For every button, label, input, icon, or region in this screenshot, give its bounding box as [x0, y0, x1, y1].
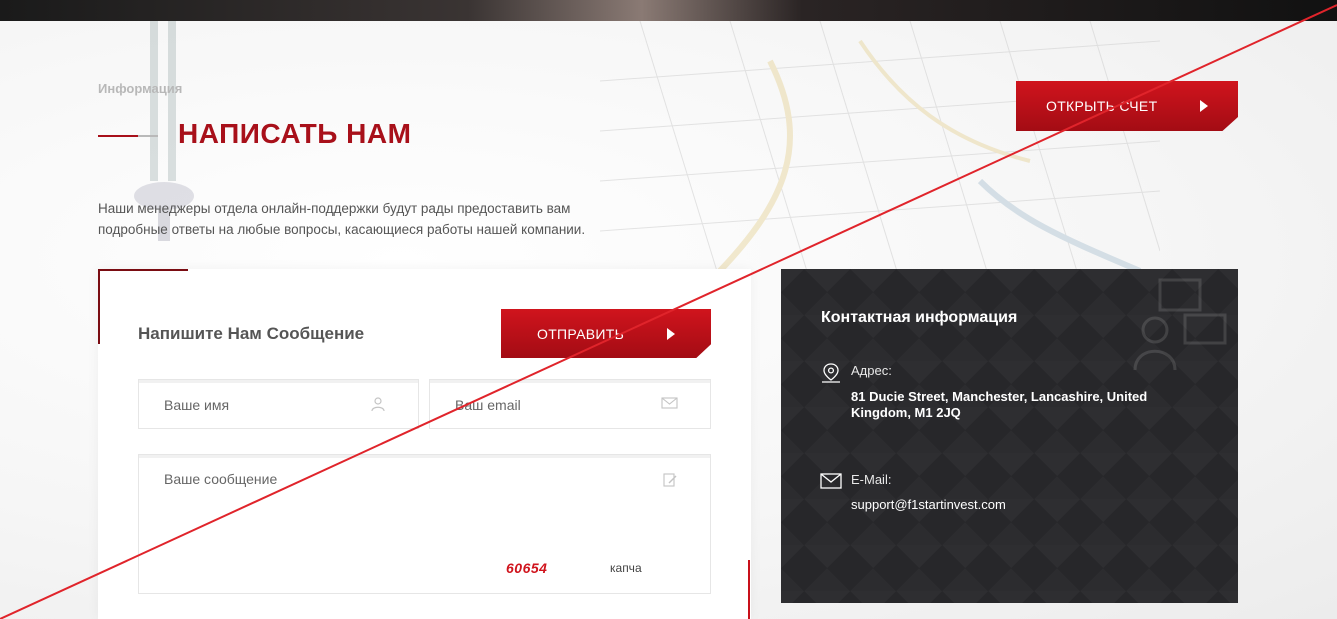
form-title: Напишите Нам Сообщение — [138, 324, 365, 343]
background-map-image — [600, 21, 1160, 281]
intro-line-2: подробные ответы на любые вопросы, касаю… — [98, 222, 586, 237]
play-arrow-icon — [1200, 100, 1208, 112]
breadcrumb[interactable]: Информация — [98, 81, 182, 96]
page-title: НАПИСАТЬ НАМ — [178, 118, 412, 149]
name-placeholder: Ваше имя — [164, 397, 230, 413]
address-label: Адрес: — [851, 363, 892, 378]
intro-line-1: Наши менеджеры отдела онлайн-поддержки б… — [98, 201, 571, 216]
envelope-icon — [661, 397, 678, 409]
play-arrow-icon — [667, 327, 675, 340]
title-divider — [98, 135, 158, 137]
email-value[interactable]: support@f1startinvest.com — [851, 497, 1181, 513]
open-account-label: ОТКРЫТЬ СЧЕТ — [1046, 98, 1158, 114]
captcha-label: капча — [610, 561, 642, 575]
mail-icon — [820, 473, 842, 489]
card-accent-right — [748, 560, 750, 619]
location-pin-icon — [822, 363, 840, 383]
contact-decoration-icon — [1133, 278, 1227, 371]
header-banner-strip — [0, 0, 1337, 21]
name-field[interactable]: Ваше имя — [138, 379, 419, 429]
card-accent-top — [98, 269, 188, 271]
user-icon — [371, 397, 385, 412]
captcha-code: 60654 — [506, 560, 548, 576]
card-accent-left — [98, 269, 100, 344]
contact-title: Контактная информация — [821, 309, 1018, 326]
intro-text: Наши менеджеры отдела онлайн-поддержки б… — [98, 198, 638, 240]
email-label: E-Mail: — [851, 472, 892, 487]
open-account-button[interactable]: ОТКРЫТЬ СЧЕТ — [1016, 81, 1238, 131]
edit-icon — [663, 473, 677, 487]
address-value: 81 Ducie Street, Manchester, Lancashire,… — [851, 389, 1148, 420]
email-field[interactable]: Ваш email — [429, 379, 711, 429]
email-placeholder: Ваш email — [455, 397, 521, 413]
message-placeholder: Ваше сообщение — [164, 471, 278, 487]
send-label: ОТПРАВИТЬ — [537, 325, 625, 342]
send-button[interactable]: ОТПРАВИТЬ — [501, 309, 711, 358]
